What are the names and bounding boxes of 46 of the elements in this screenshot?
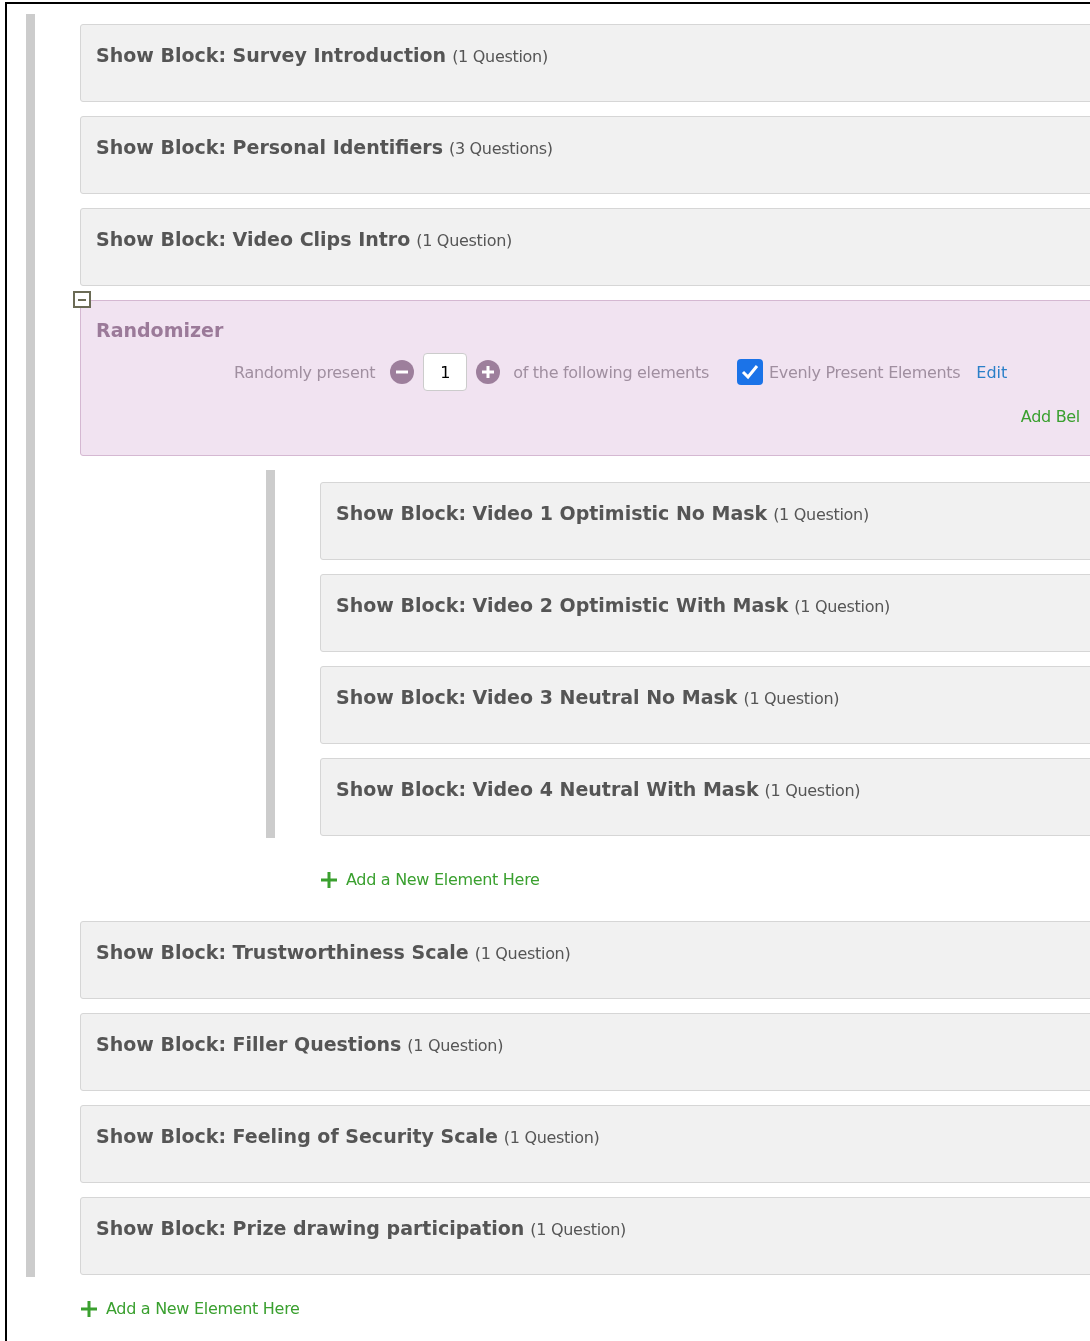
evenly-checkbox[interactable] [736,359,763,385]
block-title: Show Block: Trustworthiness Scale [96,941,469,963]
block-card[interactable]: Show Block: Video 1 Optimistic No Mask (1 Question) [320,482,1090,560]
question-count: (3 Questions) [448,139,553,158]
minus-icon[interactable] [389,359,416,385]
block-title: Show Block: Video 2 Optimistic With Mask [336,594,789,616]
block-title: Show Block: Filler Questions [96,1033,402,1055]
block-card[interactable]: Show Block: Video 4 Neutral With Mask (1 Question) [320,758,1090,836]
question-count: (1 Question) [503,1128,600,1147]
count-input[interactable]: 1 [423,353,468,391]
evenly-label: Evenly Present Elements [768,362,961,382]
block-title: Show Block: Survey Introduction [96,44,447,66]
plus-icon[interactable] [475,359,502,385]
block-card[interactable]: Show Block: Video 3 Neutral No Mask (1 Question) [320,666,1090,744]
block-card[interactable]: Show Block: Trustworthiness Scale (1 Question) [80,921,1090,999]
block-card[interactable]: Show Block: Video 2 Optimistic With Mask (1 Question) [320,574,1090,652]
randomizer-title: Randomizer [96,319,224,341]
question-count: (1 Question) [416,231,512,250]
question-count: (1 Question) [474,944,571,963]
question-count: (1 Question) [794,597,890,616]
plus-icon [320,870,338,889]
question-count: (1 Question) [407,1036,504,1055]
following-label: of the following elements [513,362,709,382]
block-title: Show Block: Video 1 Optimistic No Mask [336,502,768,524]
question-count: (1 Question) [764,781,861,800]
block-title: Show Block: Video Clips Intro [96,228,411,250]
block-title: Show Block: Feeling of Security Scale [96,1125,498,1147]
question-count: (1 Question) [530,1220,627,1239]
block-title: Show Block: Video 3 Neutral No Mask [336,686,738,708]
plus-icon [80,1299,98,1318]
question-count: (1 Question) [452,47,548,66]
block-title: Show Block: Prize drawing participation [96,1217,525,1239]
question-count: (1 Question) [743,689,840,708]
block-title: Show Block: Personal Identifiers [96,136,443,158]
block-card[interactable]: Show Block: Filler Questions (1 Question) [80,1013,1090,1091]
present-label: Randomly present [234,362,376,382]
collapse-toggle[interactable] [73,291,91,308]
checkmark-icon [740,364,759,380]
block-card[interactable]: Show Block: Survey Introduction (1 Question) [80,24,1090,102]
block-title: Show Block: Video 4 Neutral With Mask [336,778,759,800]
block-card[interactable]: Show Block: Prize drawing participation (1 Question) [80,1197,1090,1275]
edit-link[interactable]: Edit [976,362,1008,382]
block-card[interactable]: Show Block: Feeling of Security Scale (1 Question) [80,1105,1090,1183]
block-card[interactable]: Show Block: Video Clips Intro (1 Question) [80,208,1090,286]
block-card[interactable]: Show Block: Personal Identifiers (3 Questions) [80,116,1090,194]
question-count: (1 Question) [773,505,869,524]
